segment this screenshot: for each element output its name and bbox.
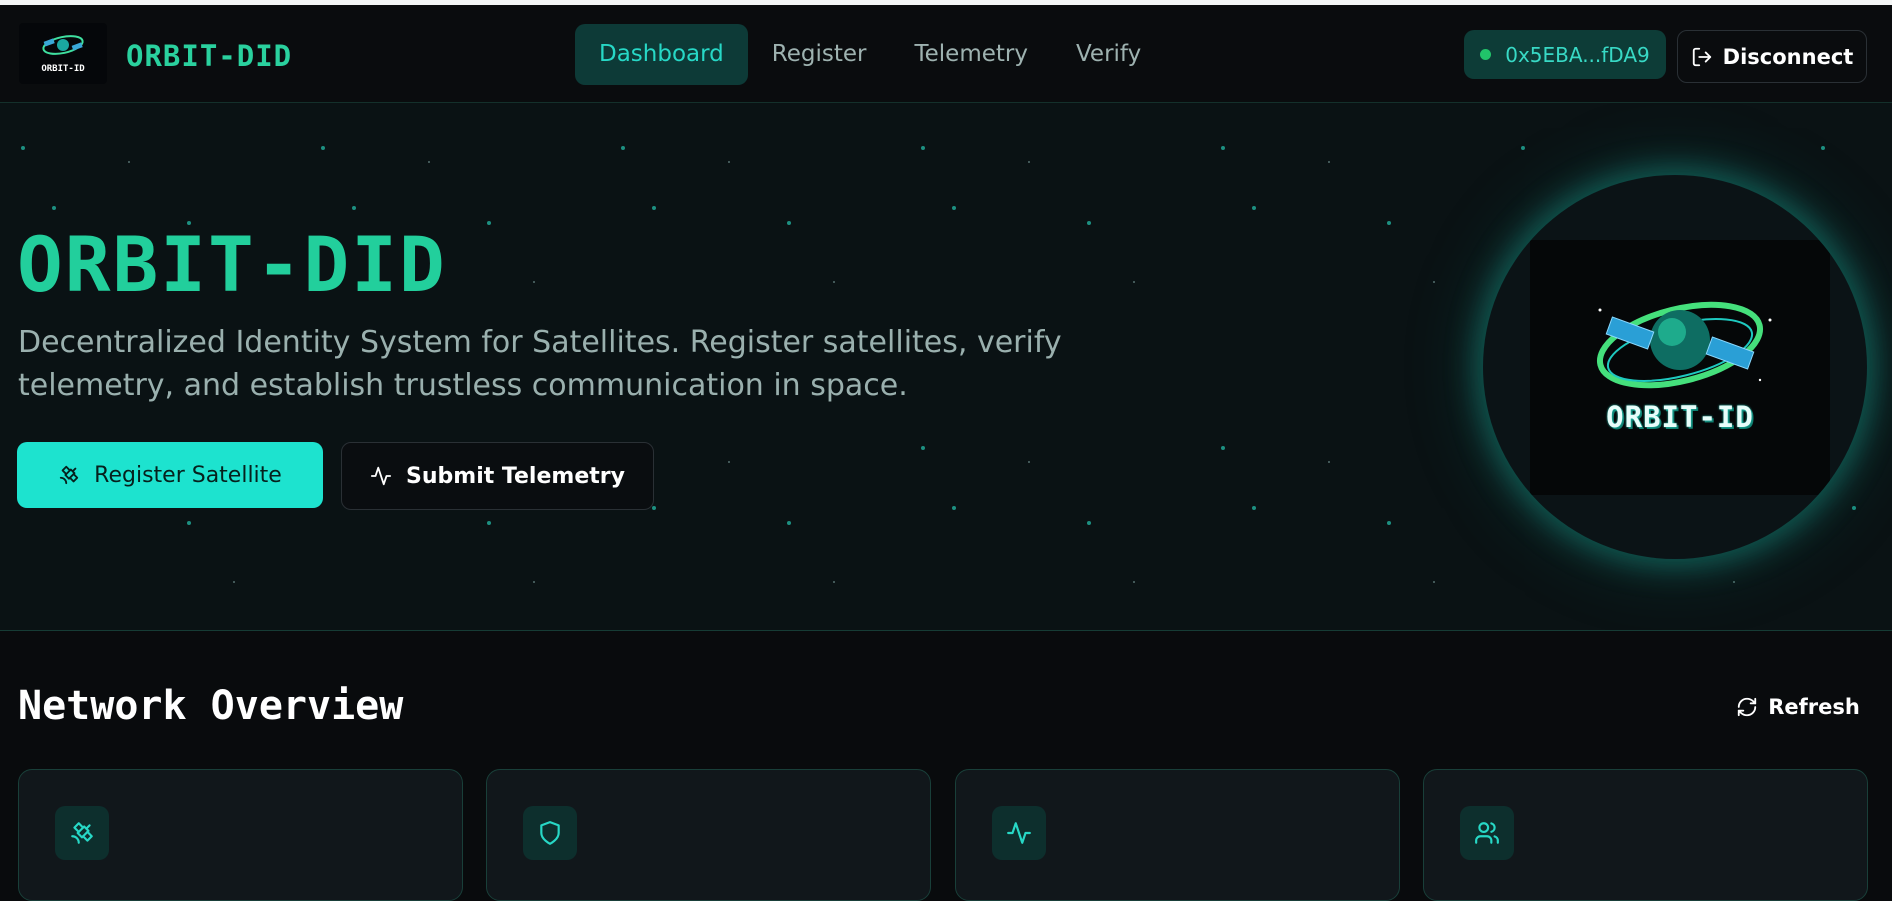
nav-register[interactable]: Register: [748, 24, 891, 85]
refresh-button[interactable]: Refresh: [1731, 690, 1865, 724]
wallet-address-badge[interactable]: 0x5EBA...fDA9: [1464, 30, 1666, 79]
star-dot: [921, 146, 925, 150]
stat-card-verified[interactable]: [486, 769, 931, 901]
star-dot: [1387, 221, 1391, 225]
refresh-icon: [1738, 697, 1757, 717]
star-dot: [652, 206, 656, 210]
disconnect-button[interactable]: Disconnect: [1677, 30, 1867, 83]
star-dot: [1221, 146, 1225, 150]
star-dot: [921, 446, 925, 450]
star-dot: [787, 221, 791, 225]
stat-card-operators[interactable]: [1423, 769, 1868, 901]
register-satellite-label: Register Satellite: [94, 462, 282, 488]
logo-wordmark: ORBIT-ID: [1606, 400, 1754, 434]
hero-logo-orb: ORBIT-ID: [1483, 175, 1867, 559]
star-dot: [952, 206, 956, 210]
orbit-id-logo: ORBIT-ID: [1530, 240, 1830, 495]
submit-telemetry-button[interactable]: Submit Telemetry: [341, 442, 654, 510]
star-dot: [21, 146, 25, 150]
star-dot: [533, 281, 535, 283]
top-navbar: ORBIT-ID ORBIT-DID Dashboard Register Te…: [0, 5, 1892, 103]
svg-text:ORBIT-ID: ORBIT-ID: [41, 64, 85, 74]
logout-icon: [1692, 47, 1711, 66]
star-dot: [352, 206, 356, 210]
hero-section: ORBIT-DID Decentralized Identity System …: [0, 103, 1892, 631]
main-nav: Dashboard Register Telemetry Verify: [575, 24, 1165, 85]
star-dot: [1028, 161, 1030, 163]
star-dot: [1387, 521, 1391, 525]
card-icon-box: [523, 806, 577, 860]
activity-icon: [1007, 822, 1031, 844]
star-dot: [952, 506, 956, 510]
submit-telemetry-label: Submit Telemetry: [406, 463, 625, 489]
card-icon-box: [55, 806, 109, 860]
disconnect-label: Disconnect: [1722, 44, 1854, 69]
star-dot: [1133, 281, 1135, 283]
star-dot: [1328, 461, 1330, 463]
shield-icon: [540, 821, 560, 845]
stat-card-telemetry[interactable]: [955, 769, 1400, 901]
star-dot: [321, 146, 325, 150]
connected-status-dot: [1480, 49, 1492, 60]
nav-dashboard[interactable]: Dashboard: [575, 24, 748, 85]
stat-card-satellites[interactable]: [18, 769, 463, 901]
star-dot: [1433, 581, 1435, 583]
satellite-icon: [71, 822, 93, 844]
star-dot: [1252, 506, 1256, 510]
hero-subtitle: Decentralized Identity System for Satell…: [18, 325, 1062, 403]
star-dot: [1087, 221, 1091, 225]
star-dot: [128, 161, 130, 163]
star-dot: [652, 506, 656, 510]
star-dot: [428, 161, 430, 163]
star-dot: [52, 206, 56, 210]
star-dot: [1028, 461, 1030, 463]
star-dot: [533, 581, 535, 583]
star-dot: [487, 521, 491, 525]
activity-icon: [370, 466, 392, 486]
card-icon-box: [992, 806, 1046, 860]
star-dot: [233, 581, 235, 583]
satellite-icon: [59, 465, 79, 485]
refresh-label: Refresh: [1768, 695, 1860, 719]
star-dot: [1133, 581, 1135, 583]
nav-verify[interactable]: Verify: [1052, 24, 1165, 85]
star-dot: [1852, 506, 1856, 510]
star-dot: [1328, 161, 1330, 163]
star-dot: [487, 221, 491, 225]
star-dot: [787, 521, 791, 525]
wallet-address: 0x5EBA...fDA9: [1505, 42, 1650, 67]
star-dot: [1221, 446, 1225, 450]
star-dot: [1252, 206, 1256, 210]
users-icon: [1475, 822, 1499, 844]
section-title: Network Overview: [18, 683, 404, 729]
star-dot: [1733, 581, 1735, 583]
app-logo[interactable]: ORBIT-ID: [19, 23, 107, 84]
star-dot: [187, 521, 191, 525]
brand-name[interactable]: ORBIT-DID: [126, 39, 292, 73]
hero-title: ORBIT-DID: [17, 220, 447, 309]
star-dot: [1087, 521, 1091, 525]
card-icon-box: [1460, 806, 1514, 860]
nav-telemetry[interactable]: Telemetry: [891, 24, 1052, 85]
star-dot: [1433, 281, 1435, 283]
register-satellite-button[interactable]: Register Satellite: [17, 442, 323, 508]
star-dot: [621, 146, 625, 150]
star-dot: [833, 581, 835, 583]
star-dot: [728, 161, 730, 163]
star-dot: [833, 281, 835, 283]
star-dot: [1821, 146, 1825, 150]
star-dot: [1521, 146, 1525, 150]
star-dot: [728, 461, 730, 463]
